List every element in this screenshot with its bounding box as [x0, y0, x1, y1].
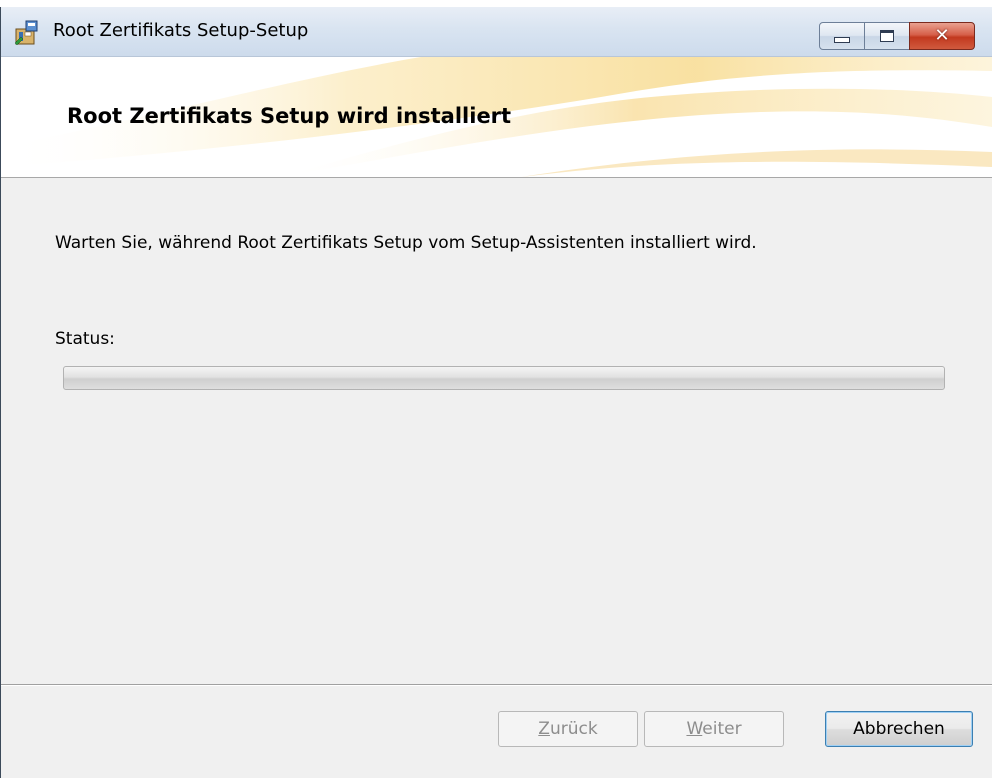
banner-heading: Root Zertifikats Setup wird installiert — [67, 104, 512, 128]
next-button[interactable]: Weiter — [644, 711, 784, 747]
install-description: Warten Sie, während Root Zertifikats Set… — [55, 233, 757, 253]
minimize-icon — [834, 37, 850, 43]
maximize-icon — [880, 30, 894, 42]
cancel-button[interactable]: Abbrechen — [825, 711, 973, 747]
status-label: Status: — [55, 329, 115, 349]
footer-separator — [1, 684, 992, 686]
install-progress-bar — [63, 366, 945, 390]
installer-window: Root Zertifikats Setup-Setup ✕ Root Zert… — [0, 7, 992, 778]
maximize-button[interactable] — [864, 22, 910, 50]
title-bar[interactable]: Root Zertifikats Setup-Setup ✕ — [1, 7, 992, 57]
installer-package-icon — [13, 19, 41, 47]
minimize-button[interactable] — [819, 22, 865, 50]
header-banner: Root Zertifikats Setup wird installiert — [1, 57, 992, 178]
close-icon: ✕ — [934, 25, 950, 46]
back-button-label: Zurück — [538, 719, 598, 739]
close-button[interactable]: ✕ — [909, 22, 975, 50]
window-title: Root Zertifikats Setup-Setup — [53, 20, 309, 41]
next-button-label: Weiter — [686, 719, 742, 739]
back-button[interactable]: Zurück — [498, 711, 638, 747]
